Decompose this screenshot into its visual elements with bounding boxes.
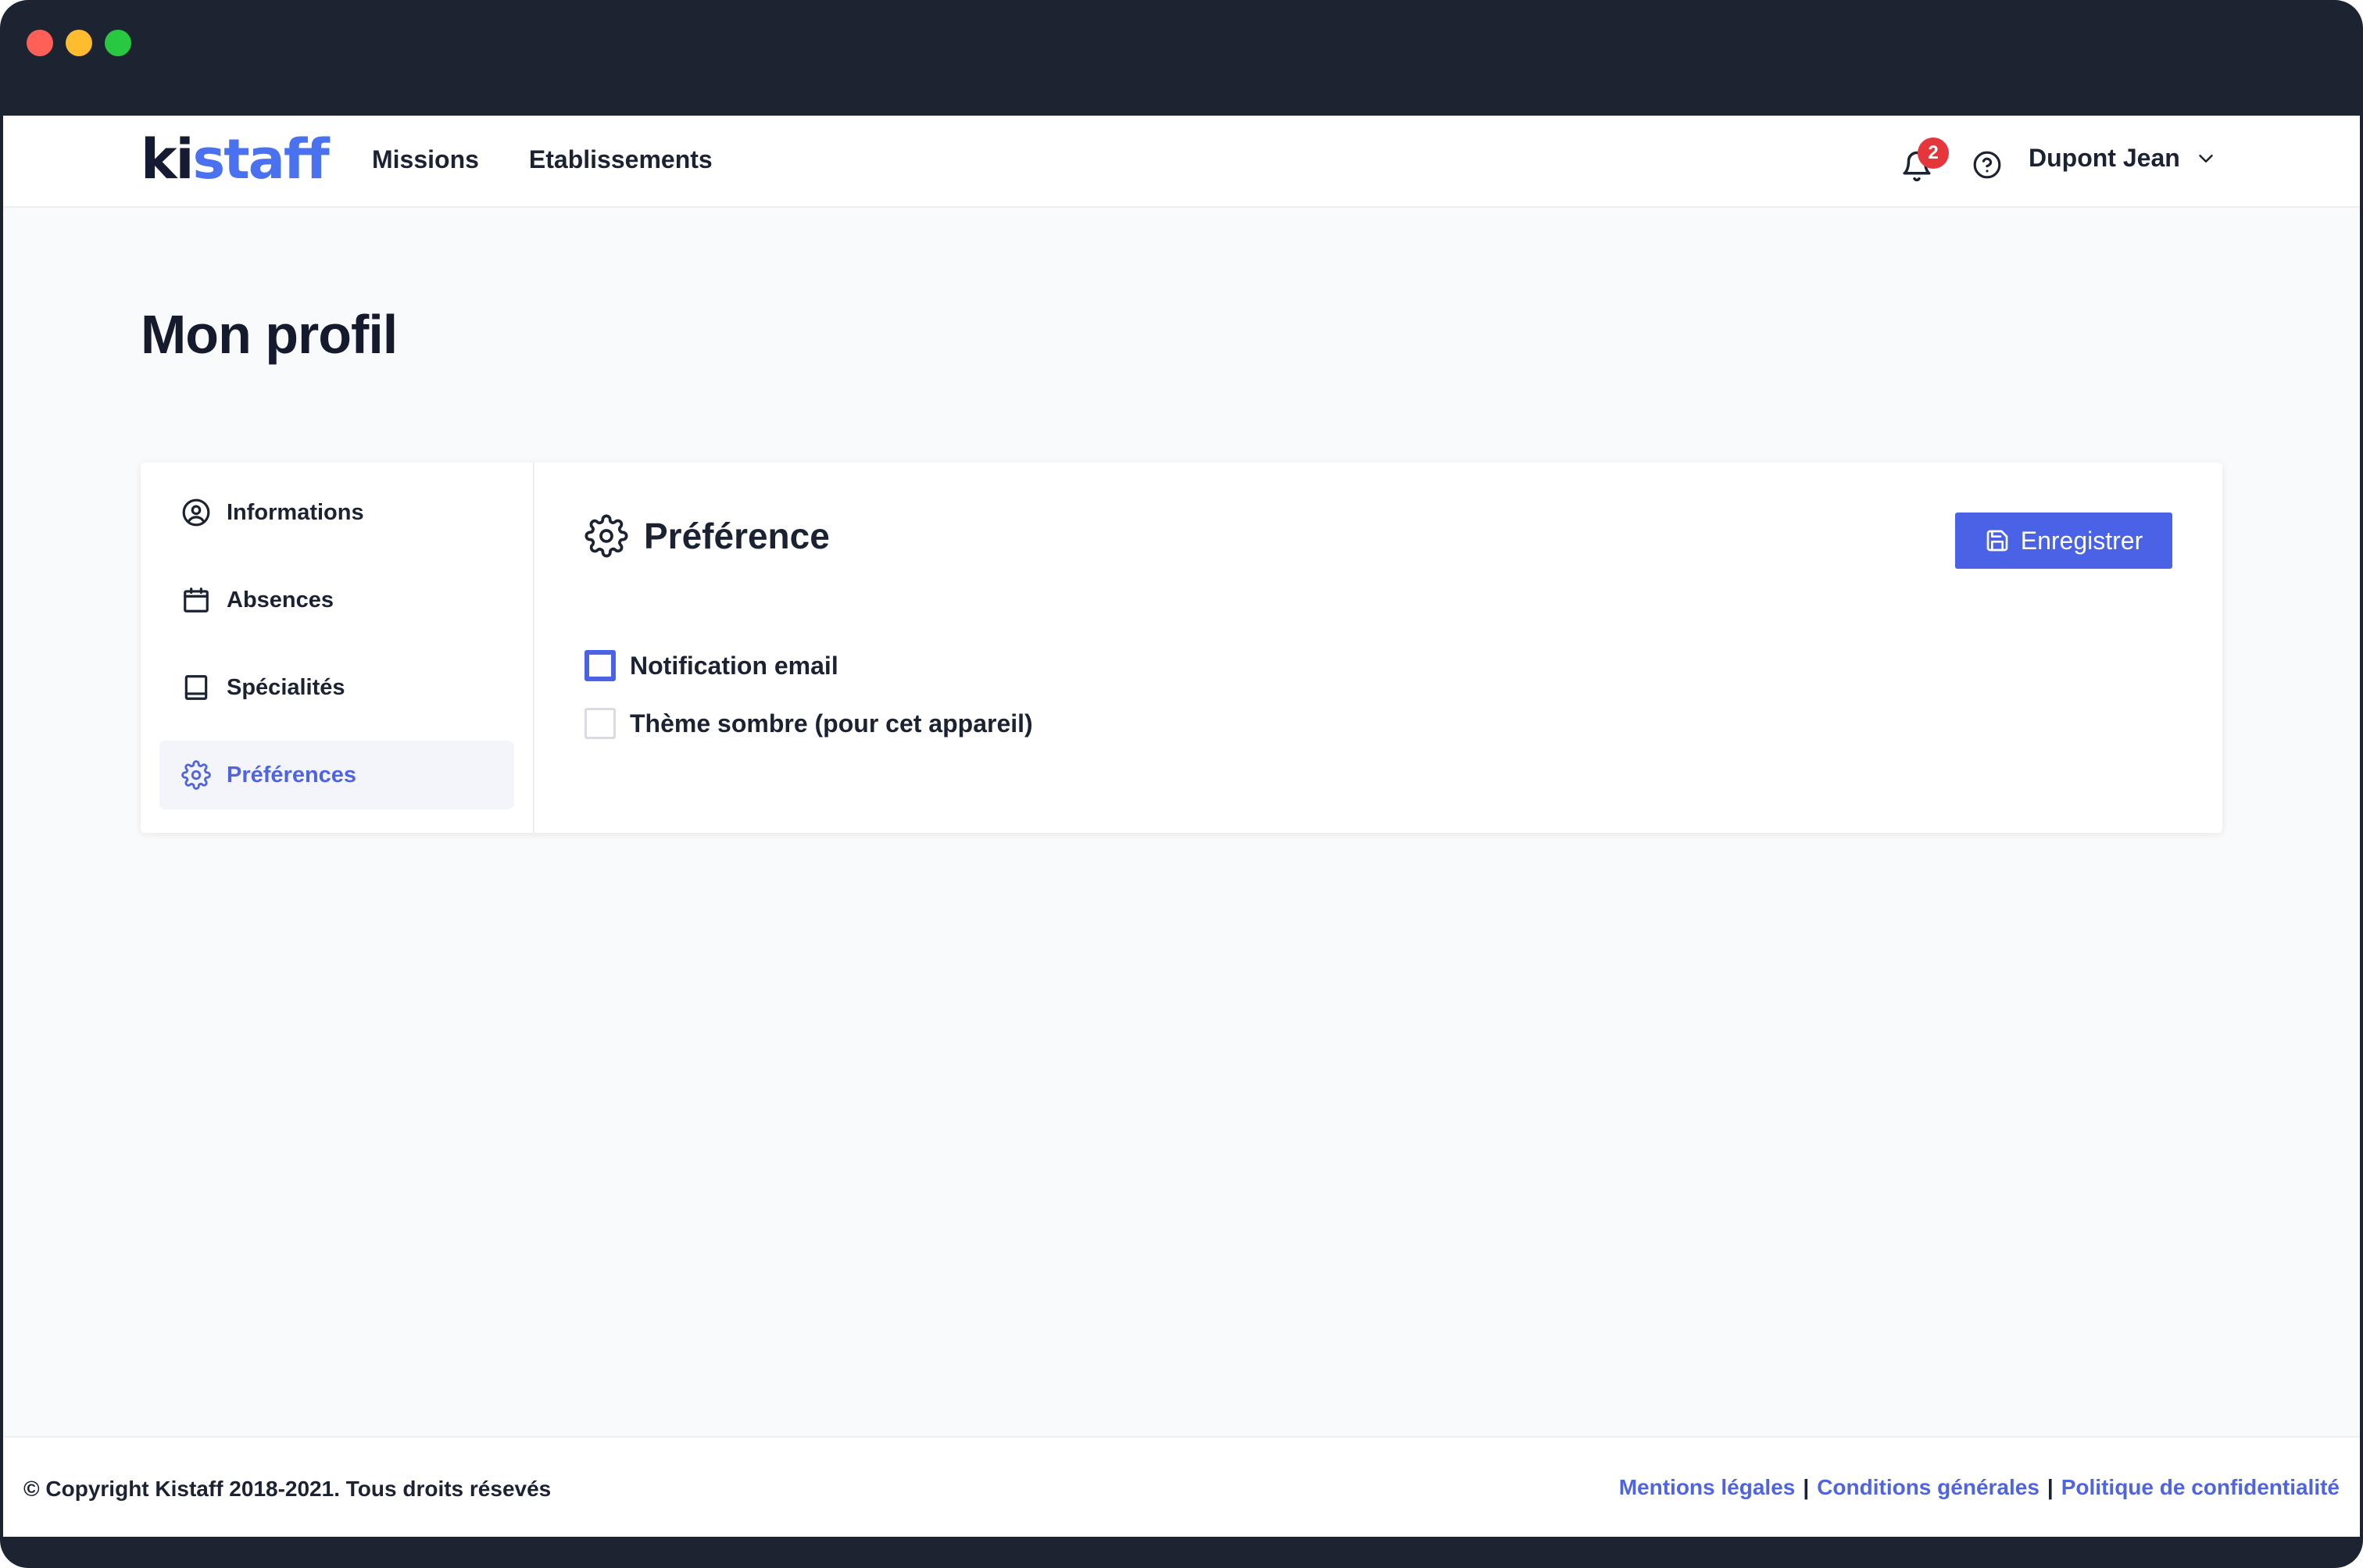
close-window-button[interactable] [27, 30, 53, 56]
sidebar-item-label: Informations [227, 499, 364, 525]
nav-link-etablissements[interactable]: Etablissements [529, 145, 713, 174]
help-button[interactable] [1972, 150, 2002, 180]
footer-link-mentions-legales[interactable]: Mentions légales [1619, 1475, 1796, 1500]
window-controls [27, 30, 131, 56]
user-circle-icon [182, 498, 210, 527]
notification-count-badge: 2 [1918, 138, 1949, 169]
gear-icon [181, 760, 211, 790]
notification-email-checkbox[interactable] [584, 650, 616, 681]
footer-link-conditions-generales[interactable]: Conditions générales [1817, 1475, 2039, 1500]
chevron-down-icon [2199, 154, 2213, 163]
page-title: Mon profil [141, 304, 398, 365]
sidebar-item-label: Préférences [227, 762, 357, 788]
footer-separator: | [1803, 1475, 1810, 1499]
main-nav: Missions Etablissements [372, 145, 713, 174]
maximize-window-button[interactable] [105, 30, 131, 56]
dark-theme-option[interactable]: Thème sombre (pour cet appareil) [584, 708, 1033, 739]
footer-link-politique-confidentialite[interactable]: Politique de confidentialité [2061, 1475, 2340, 1500]
profile-sidebar: Informations Absences Spécialités Préfér… [141, 463, 534, 833]
footer-links: Mentions légales | Conditions générales … [1619, 1475, 2340, 1500]
question-circle-icon [1973, 151, 2001, 179]
notification-email-option[interactable]: Notification email [584, 650, 838, 681]
user-menu[interactable]: Dupont Jean [2029, 144, 2218, 173]
dark-theme-checkbox[interactable] [584, 708, 616, 739]
sidebar-item-label: Absences [227, 587, 334, 613]
sidebar-item-specialites[interactable]: Spécialités [159, 653, 514, 722]
user-name: Dupont Jean [2029, 144, 2180, 172]
sidebar-item-absences[interactable]: Absences [159, 566, 514, 634]
nav-link-missions[interactable]: Missions [372, 145, 479, 174]
save-icon [1986, 530, 2008, 552]
page-footer: © Copyright Kistaff 2018-2021. Tous droi… [3, 1436, 2360, 1537]
gear-icon [584, 514, 628, 558]
kistaff-logo[interactable]: kistaff [141, 128, 330, 191]
sidebar-item-label: Spécialités [227, 674, 345, 700]
save-button-label: Enregistrer [2020, 526, 2143, 555]
book-icon [184, 675, 208, 700]
notifications-button[interactable]: 2 [1900, 138, 1949, 183]
option-label: Thème sombre (pour cet appareil) [630, 709, 1033, 738]
save-button[interactable]: Enregistrer [1955, 513, 2172, 569]
top-navigation-bar: kistaff Missions Etablissements 2 Dupont… [3, 116, 2360, 208]
option-label: Notification email [630, 651, 838, 680]
browser-window: kistaff Missions Etablissements 2 Dupont… [0, 0, 2363, 1568]
profile-card: Informations Absences Spécialités Préfér… [141, 463, 2222, 833]
minimize-window-button[interactable] [66, 30, 92, 56]
preferences-panel: Préférence Enregistrer Notification emai… [534, 463, 2222, 833]
section-header: Préférence [584, 514, 830, 558]
section-title: Préférence [644, 516, 830, 556]
copyright-text: © Copyright Kistaff 2018-2021. Tous droi… [23, 1477, 552, 1501]
sidebar-item-preferences[interactable]: Préférences [159, 741, 514, 809]
page-viewport: kistaff Missions Etablissements 2 Dupont… [3, 116, 2360, 1537]
footer-separator: | [2047, 1475, 2054, 1499]
sidebar-item-informations[interactable]: Informations [159, 478, 514, 547]
calendar-icon [184, 588, 209, 613]
